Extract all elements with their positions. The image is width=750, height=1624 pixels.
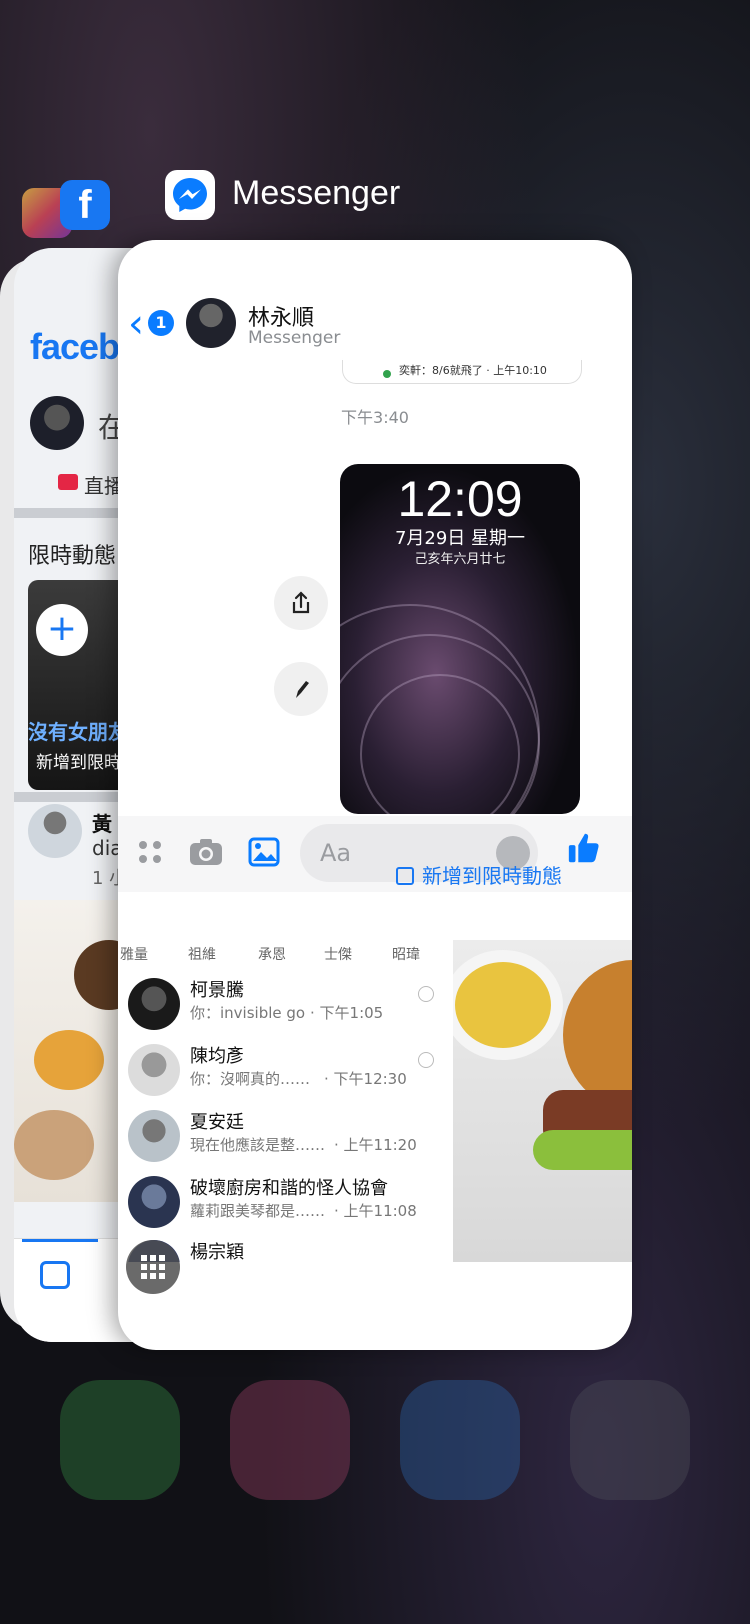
grid-icon [141, 1255, 165, 1279]
active-contact-name[interactable]: 承恩 [258, 944, 286, 964]
story-overlay-text: 沒有女朋友 [28, 720, 128, 744]
read-receipt-icon [418, 1052, 434, 1068]
back-chevron-icon[interactable]: ‹ [128, 304, 144, 344]
messenger-app-icon[interactable] [165, 170, 215, 220]
add-to-story-label: 新增到限時動態 [422, 864, 562, 888]
conversation-preview: 你：沒啊真的…… [190, 1070, 311, 1088]
active-contact-name[interactable]: 士傑 [324, 944, 352, 964]
avatar [128, 978, 180, 1030]
conversation-name: 柯景騰 [190, 980, 244, 1001]
conversation-time: · 下午12:30 [324, 1070, 407, 1088]
chat-header: ‹ 1 林永順 Messenger [118, 288, 632, 360]
list-item[interactable]: 夏安廷 現在他應該是整…… · 上午11:20 [128, 1104, 438, 1168]
edit-button[interactable] [274, 662, 328, 716]
avatar [28, 804, 82, 858]
conversation-time: · 上午11:08 [334, 1202, 417, 1220]
list-item[interactable]: 破壞廚房和諧的怪人協會 蘿莉跟美琴都是…… · 上午11:08 [128, 1170, 438, 1234]
burger-bun [563, 960, 632, 1110]
conversation-name: 陳均彥 [190, 1046, 244, 1067]
online-indicator [383, 370, 391, 378]
share-icon [292, 591, 310, 614]
conversation-preview: 蘿莉跟美琴都是…… [190, 1202, 326, 1220]
live-video-icon [58, 474, 78, 490]
shared-screenshot-image[interactable]: 12:09 7月29日 星期一 己亥年六月廿七 [340, 464, 580, 814]
post-author[interactable]: 黃 [92, 808, 112, 837]
avatar [30, 396, 84, 450]
active-contact-name[interactable]: 祖維 [188, 944, 216, 964]
avatar [128, 1110, 180, 1162]
blurred-home-dock [0, 1380, 750, 1580]
tab-active-indicator [22, 1239, 98, 1242]
conversation-name: 楊宗穎 [190, 1242, 244, 1262]
message-timestamp: 下午3:40 [341, 408, 409, 427]
facebook-app-icon[interactable]: f [60, 180, 110, 230]
avatar [128, 1176, 180, 1228]
soup-bowl [453, 950, 563, 1060]
camera-icon[interactable] [188, 834, 224, 870]
conversation-time: · 上午11:20 [334, 1136, 417, 1154]
conversation-name: 破壞廚房和諧的怪人協會 [190, 1178, 388, 1199]
previous-message-text: 奕軒：8/6就飛了 · 上午10:10 [399, 364, 547, 377]
lettuce [533, 1130, 632, 1170]
read-receipt-icon [418, 986, 434, 1002]
like-thumb-icon[interactable] [566, 830, 602, 866]
stories-title: 限時動態 [28, 544, 117, 569]
app-grid-button[interactable] [126, 1240, 180, 1294]
conversation-time: · 下午1:05 [310, 1004, 384, 1022]
share-button[interactable] [274, 576, 328, 630]
messenger-app-card[interactable]: 奕軒：8/6就飛了 · 上午10:10 ‹ 1 林永順 Messenger 下午… [118, 240, 632, 1350]
previous-message-bubble: 奕軒：8/6就飛了 · 上午10:10 [342, 358, 582, 384]
conversation-preview: 你：invisible go [190, 1004, 306, 1022]
message-input-placeholder: Aa [320, 839, 352, 867]
more-apps-icon[interactable] [132, 834, 168, 870]
active-contact-name[interactable]: 昭瑋 [392, 944, 420, 964]
messenger-logo-icon [173, 178, 207, 212]
facebook-logo: faceb [30, 326, 120, 367]
active-contacts-row: 雅量 祖維 承恩 士傑 昭瑋 [118, 940, 438, 968]
conversation-preview: 現在他應該是整…… [190, 1136, 326, 1154]
list-item[interactable]: 陳均彥 你：沒啊真的…… · 下午12:30 [128, 1038, 438, 1102]
lock-screen-lunar-date: 己亥年六月廿七 [414, 552, 506, 567]
messenger-app-title: Messenger [232, 174, 401, 212]
food-photo[interactable] [453, 940, 632, 1262]
list-item[interactable]: 柯景騰 你：invisible go · 下午1:05 [128, 972, 438, 1036]
pencil-icon [296, 681, 309, 698]
gallery-icon[interactable] [246, 834, 282, 870]
story-add-label: 新增到限時 [36, 753, 121, 773]
lock-screen-time: 12:09 [397, 471, 523, 527]
conversation-list: 柯景騰 你：invisible go · 下午1:05 陳均彥 你：沒啊真的……… [118, 972, 438, 1262]
avatar [128, 1044, 180, 1096]
lock-screen-date: 7月29日 星期一 [394, 528, 526, 549]
add-to-story-button[interactable]: 新增到限時動態 [396, 860, 562, 889]
add-story-icon[interactable]: + [36, 604, 88, 656]
news-feed-tab-icon[interactable] [40, 1261, 70, 1289]
conversation-name: 夏安廷 [190, 1112, 244, 1133]
unread-badge[interactable]: 1 [148, 310, 174, 336]
contact-subtitle: Messenger [248, 328, 341, 348]
active-contact-name[interactable]: 雅量 [120, 944, 148, 964]
avatar[interactable] [186, 298, 236, 348]
add-square-icon [396, 867, 414, 885]
